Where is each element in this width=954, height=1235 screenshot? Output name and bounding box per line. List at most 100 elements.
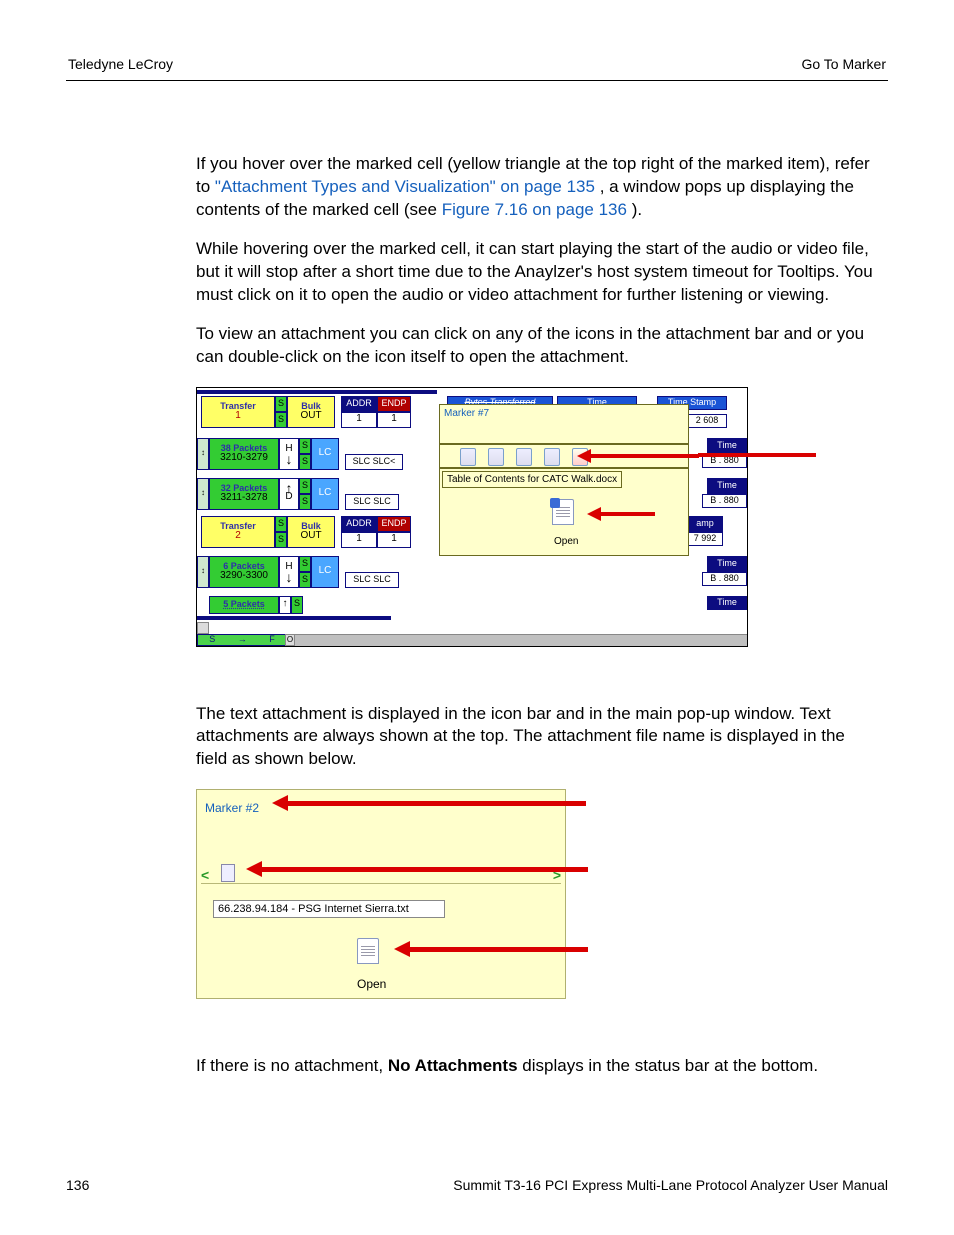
packets-5-cell[interactable]: 5 Packets <box>209 596 279 614</box>
scroll-left-icon[interactable] <box>197 622 209 634</box>
marker-2-popup: Marker #2 < > 66.238.94.184 - PSG Intern… <box>196 789 566 999</box>
status-o: O <box>285 634 295 646</box>
time-value: B . 880 <box>702 572 747 586</box>
prev-attachment-icon[interactable]: < <box>201 866 209 885</box>
attachment-icon[interactable] <box>516 448 532 466</box>
amp-value: 7 992 <box>687 532 723 546</box>
status-icon: S <box>299 438 311 454</box>
time-header: Time <box>707 438 747 454</box>
addr-header: ADDR <box>341 396 377 412</box>
open-label[interactable]: Open <box>357 976 386 992</box>
status-icon: S <box>299 454 311 470</box>
addr-header: ADDR <box>341 516 377 532</box>
status-icon: S <box>299 494 311 510</box>
arrow-icon: → <box>238 633 247 645</box>
attachment-icon[interactable] <box>460 448 476 466</box>
body-text: If you hover over the marked cell (yello… <box>196 153 876 1078</box>
text: displays in the status bar at the bottom… <box>522 1056 818 1075</box>
packets-6-cell[interactable]: 6 Packets 3290-3300 <box>209 556 279 588</box>
lc-cell: LC <box>311 556 339 588</box>
slc-cell: SLC SLC <box>345 572 399 588</box>
status-icon: S <box>299 556 311 572</box>
endp-value: 1 <box>377 412 411 428</box>
paragraph-5: If there is no attachment, No Attachment… <box>196 1055 876 1078</box>
attachment-icon[interactable] <box>488 448 504 466</box>
value: OUT <box>300 411 321 422</box>
packets-32-cell[interactable]: 32 Packets 3211-3278 <box>209 478 279 510</box>
lc-cell: LC <box>311 438 339 470</box>
marker-title: Marker #2 <box>205 800 259 816</box>
slc-cell: SLC SLC <box>345 494 399 510</box>
header-left: Teledyne LeCroy <box>68 56 173 72</box>
link-figure-7-16[interactable]: Figure 7.16 on page 136 <box>442 200 627 219</box>
label: 5 Packets <box>223 600 265 609</box>
expand-icon[interactable]: ↕ <box>197 556 209 588</box>
status-icon: S <box>275 516 287 532</box>
text: ). <box>632 200 642 219</box>
paragraph-1: If you hover over the marked cell (yello… <box>196 153 876 222</box>
hv-cell: ↑D <box>279 478 299 510</box>
page: Teledyne LeCroy Go To Marker If you hove… <box>0 0 954 1235</box>
text-bold: No Attachments <box>388 1056 518 1075</box>
amp-header: amp <box>687 516 723 532</box>
page-header: Teledyne LeCroy Go To Marker <box>66 56 888 80</box>
endp-header: ENDP <box>377 516 411 532</box>
status-icon: S <box>275 532 287 548</box>
endp-value: 1 <box>377 532 411 548</box>
lc-cell: LC <box>311 478 339 510</box>
status-icon: S <box>275 412 287 428</box>
transfer-2-cell[interactable]: Transfer 2 <box>201 516 275 548</box>
time-header: Time <box>707 556 747 572</box>
page-number: 136 <box>66 1177 89 1193</box>
hv-cell: ↑ <box>279 596 291 614</box>
figure-marker-popup: Marker #2 < > 66.238.94.184 - PSG Intern… <box>196 789 636 999</box>
slc-cell: SLC SLC< <box>345 454 403 470</box>
marker-title: Marker #7 <box>444 407 489 421</box>
endp-header: ENDP <box>377 396 411 412</box>
packets-38-cell[interactable]: 38 Packets 3210-3279 <box>209 438 279 470</box>
header-rule <box>66 80 888 81</box>
open-label[interactable]: Open <box>554 535 578 549</box>
link-attachment-types[interactable]: "Attachment Types and Visualization" on … <box>215 177 595 196</box>
time-header: Time <box>707 596 747 610</box>
text-doc-icon[interactable] <box>357 938 379 964</box>
time-value: B . 880 <box>702 494 747 508</box>
expand-icon[interactable]: ↕ <box>197 478 209 510</box>
attachment-icon[interactable] <box>544 448 560 466</box>
value: 2 <box>235 531 241 542</box>
value: 3210-3279 <box>220 453 268 464</box>
paragraph-3: To view an attachment you can click on a… <box>196 323 876 369</box>
bulk-out-cell: Bulk OUT <box>287 396 335 428</box>
value: 3211-3278 <box>220 493 267 504</box>
status-icon: S <box>275 396 287 412</box>
value: OUT <box>300 531 321 542</box>
attachment-filename-tooltip: Table of Contents for CATC Walk.docx <box>442 471 622 489</box>
value: 1 <box>235 411 241 422</box>
status-icon: S <box>299 478 311 494</box>
page-footer: 136 Summit T3-16 PCI Express Multi-Lane … <box>66 1177 888 1193</box>
manual-title: Summit T3-16 PCI Express Multi-Lane Prot… <box>453 1177 888 1193</box>
direction-indicator: S → F <box>197 634 287 646</box>
paragraph-2: While hovering over the marked cell, it … <box>196 238 876 307</box>
dir-f: F <box>269 633 275 645</box>
addr-value: 1 <box>341 532 377 548</box>
value: 3290-3300 <box>220 571 268 582</box>
analyzer-screenshot: Bytes Transferred Time Time Stamp 2 608 … <box>196 387 748 647</box>
header-right: Go To Marker <box>801 56 886 72</box>
paragraph-4: The text attachment is displayed in the … <box>196 703 876 772</box>
figure-marker-hover: Bytes Transferred Time Time Stamp 2 608 … <box>196 387 816 647</box>
text-attachment-icon[interactable] <box>221 864 235 882</box>
text: If there is no attachment, <box>196 1056 388 1075</box>
addr-value: 1 <box>341 412 377 428</box>
hv-cell: H↓ <box>279 556 299 588</box>
marker-7-popup: Marker #7 <box>439 404 689 444</box>
expand-icon[interactable]: ↕ <box>197 438 209 470</box>
dir-s: S <box>209 633 215 645</box>
time-stamp-value: 2 608 <box>687 414 727 428</box>
status-icon: S <box>291 596 303 614</box>
transfer-1-cell[interactable]: Transfer 1 <box>201 396 275 428</box>
hv-cell: H↓ <box>279 438 299 470</box>
time-header: Time <box>707 478 747 494</box>
attachment-filename-field[interactable]: 66.238.94.184 - PSG Internet Sierra.txt <box>213 900 445 918</box>
word-doc-icon[interactable] <box>552 499 574 525</box>
